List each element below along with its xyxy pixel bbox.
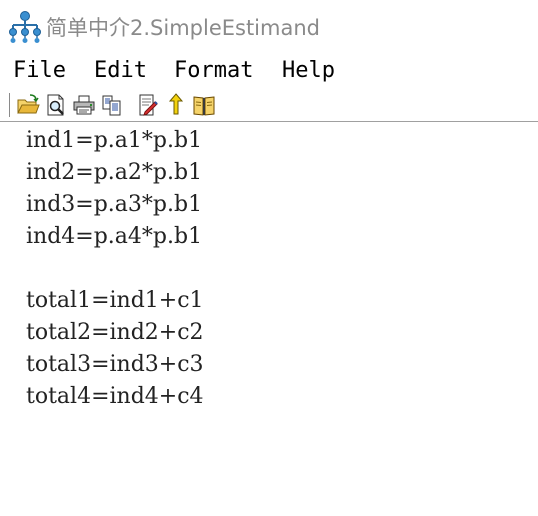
code-line: total2=ind2+c2 bbox=[26, 320, 204, 345]
code-line: total1=ind1+c1 bbox=[26, 288, 204, 313]
code-line: ind1=p.a1*p.b1 bbox=[26, 128, 203, 153]
window-title: 简单中介2.SimpleEstimand bbox=[46, 16, 320, 40]
title-bar: 简单中介2.SimpleEstimand bbox=[0, 0, 538, 52]
menu-edit[interactable]: Edit bbox=[94, 58, 147, 83]
edit-document-icon[interactable] bbox=[136, 92, 160, 118]
open-folder-icon[interactable] bbox=[16, 92, 40, 118]
code-line: total4=ind4+c4 bbox=[26, 384, 204, 409]
up-arrow-icon[interactable] bbox=[164, 92, 188, 118]
copy-icon[interactable] bbox=[100, 92, 124, 118]
toolbar bbox=[0, 90, 538, 120]
network-tree-icon bbox=[8, 10, 42, 44]
toolbar-grip[interactable] bbox=[6, 93, 10, 117]
print-icon[interactable] bbox=[72, 92, 96, 118]
print-preview-icon[interactable] bbox=[44, 92, 68, 118]
code-line: ind4=p.a4*p.b1 bbox=[26, 224, 203, 249]
code-line: ind2=p.a2*p.b1 bbox=[26, 160, 203, 185]
menu-format[interactable]: Format bbox=[174, 58, 253, 83]
menu-bar: File Edit Format Help bbox=[0, 58, 538, 88]
menu-help[interactable]: Help bbox=[282, 58, 335, 83]
code-line: total3=ind3+c3 bbox=[26, 352, 204, 377]
code-line: ind3=p.a3*p.b1 bbox=[26, 192, 203, 217]
menu-file[interactable]: File bbox=[13, 58, 66, 83]
text-editor[interactable]: ind1=p.a1*p.b1 ind2=p.a2*p.b1 ind3=p.a3*… bbox=[0, 122, 538, 516]
book-icon[interactable] bbox=[192, 92, 216, 118]
